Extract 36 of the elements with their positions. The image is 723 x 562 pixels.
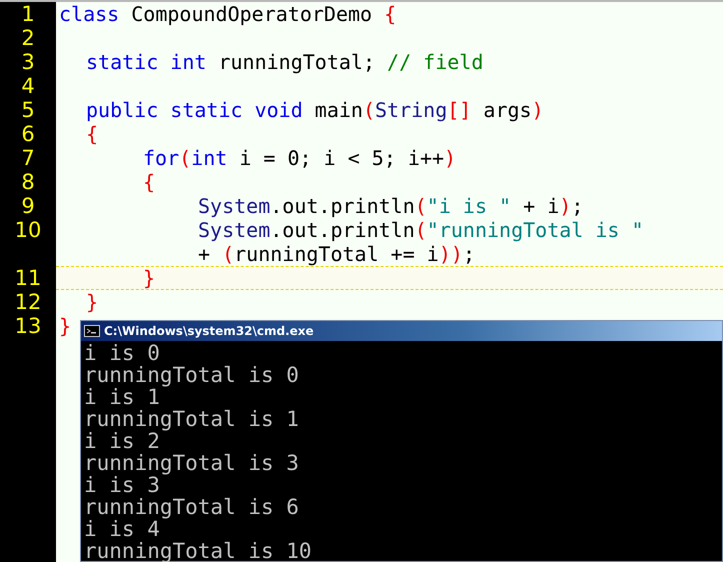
line-number: 3 bbox=[21, 50, 35, 74]
code-line: } bbox=[86, 290, 98, 314]
code-line: static int runningTotal; // field bbox=[86, 50, 484, 74]
console-output-line: i is 4 bbox=[84, 518, 160, 540]
code-line: class CompoundOperatorDemo { bbox=[59, 2, 396, 26]
code-line: } bbox=[143, 266, 156, 290]
code-line: public static void main(String[] args) bbox=[86, 98, 544, 122]
line-number: 12 bbox=[14, 290, 42, 314]
code-line: } bbox=[59, 314, 72, 338]
line-number: 2 bbox=[21, 26, 35, 50]
line-number: 1 bbox=[21, 2, 35, 26]
code-line: System.out.println("i is " + i); bbox=[198, 194, 584, 218]
code-line: { bbox=[86, 122, 98, 146]
console-output-line: runningTotal is 3 bbox=[84, 452, 300, 474]
console-output-line: i is 1 bbox=[84, 386, 160, 408]
code-line: { bbox=[143, 170, 156, 194]
console-output-line: runningTotal is 0 bbox=[84, 364, 300, 386]
line-number: 7 bbox=[21, 146, 35, 170]
line-number: 4 bbox=[21, 74, 35, 98]
line-number: 9 bbox=[21, 194, 35, 218]
code-line: System.out.println("runningTotal is " bbox=[198, 218, 644, 242]
console-output-line: i is 0 bbox=[84, 342, 161, 364]
line-number: 6 bbox=[21, 122, 35, 146]
line-number: 13 bbox=[14, 314, 42, 338]
console-output-line: runningTotal is 6 bbox=[84, 496, 300, 518]
line-number: 8 bbox=[21, 170, 35, 194]
window-title: C:\Windows\system32\cmd.exe bbox=[104, 324, 314, 338]
code-line: for(int i = 0; i < 5; i++) bbox=[143, 146, 456, 170]
console-output-line: runningTotal is 1 bbox=[84, 408, 300, 430]
code-line: + (runningTotal += i)); bbox=[198, 242, 475, 266]
console-icon bbox=[84, 325, 100, 337]
console-output-line: i is 3 bbox=[84, 474, 160, 496]
line-number: 10 bbox=[14, 218, 42, 242]
console-output-line: i is 2 bbox=[84, 430, 160, 452]
line-number: 5 bbox=[21, 98, 35, 122]
line-number: 11 bbox=[14, 266, 42, 290]
